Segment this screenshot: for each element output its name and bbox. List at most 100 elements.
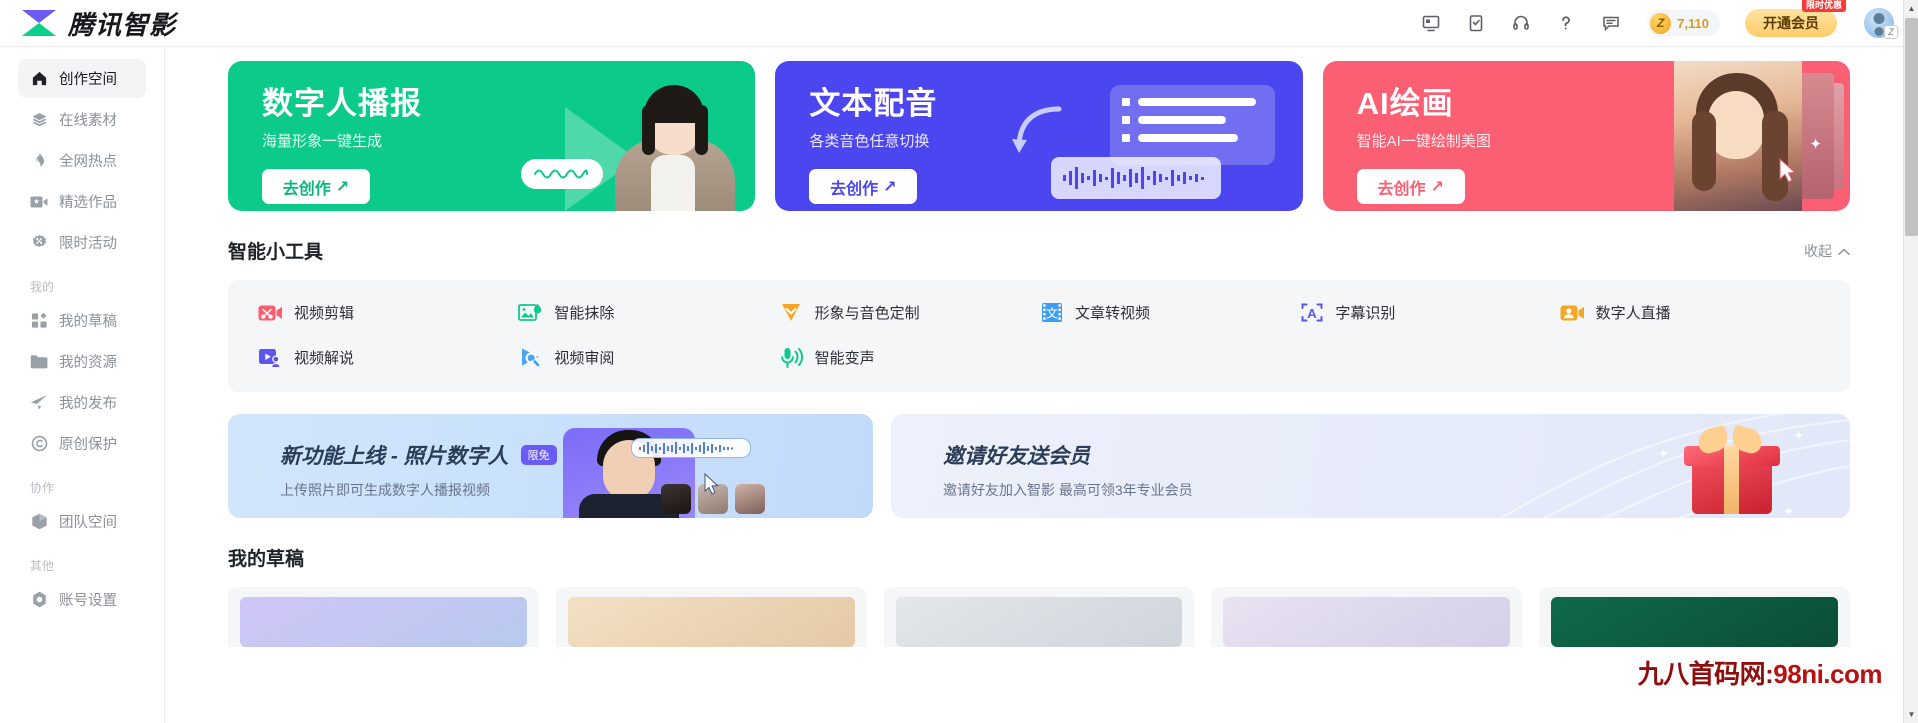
vertical-scrollbar[interactable]: ▲ ▼ (1903, 0, 1918, 723)
tools-panel: 视频剪辑 智能抹除 形象与音色定制 文 文章转视频 A 字幕识别 数字人直播 视… (228, 280, 1850, 392)
promo-title-text: 邀请好友送会员 (943, 445, 1090, 468)
promo-title: 新功能上线 - 照片数字人 限免 (280, 440, 557, 470)
banner-cta-button[interactable]: 去创作 ↗ (809, 169, 918, 205)
promo-text: 邀请好友送会员 邀请好友加入智影 最高可领3年专业会员 (943, 440, 1193, 500)
draft-card[interactable] (555, 587, 867, 647)
promo-text: 新功能上线 - 照片数字人 限免 上传照片即可生成数字人播报视频 (280, 440, 557, 500)
banner-title: 数字人播报 (262, 86, 422, 121)
tool-smart-erase[interactable]: 智能抹除 (518, 300, 778, 325)
sidebar-item-label: 限时活动 (59, 236, 117, 252)
clipboard-check-icon[interactable] (1463, 10, 1489, 36)
tools-row-2: 视频解说 视频审阅 智能变声 (258, 345, 1820, 370)
text-film-icon: 文 (1039, 300, 1064, 325)
tool-avatar-voice-custom[interactable]: 形象与音色定制 (779, 300, 1039, 325)
sidebar-item-label: 团队空间 (59, 515, 117, 531)
sidebar-item-featured-works[interactable]: 精选作品 (18, 182, 146, 221)
sidebar-item-my-drafts[interactable]: 我的草稿 (18, 301, 146, 340)
help-icon[interactable] (1553, 10, 1579, 36)
watermark: 九八首码网:98ni.com (1637, 654, 1883, 691)
feedback-icon[interactable] (1598, 10, 1624, 36)
banner-text-to-speech[interactable]: 文本配音 各类音色任意切换 去创作 ↗ (775, 61, 1303, 211)
banner-text: 数字人播报 海量形象一键生成 去创作 ↗ (262, 86, 422, 205)
tool-label: 形象与音色定制 (814, 305, 920, 322)
sidebar-item-label: 全网热点 (59, 154, 117, 170)
promo-row: 新功能上线 - 照片数字人 限免 上传照片即可生成数字人播报视频 ✦ ✦ ✦ 邀… (228, 414, 1850, 518)
tool-video-commentary[interactable]: 视频解说 (258, 345, 518, 370)
review-search-icon (518, 345, 543, 370)
collapse-label: 收起 (1804, 242, 1832, 259)
draft-card[interactable] (883, 587, 1195, 647)
sidebar-item-online-materials[interactable]: 在线素材 (18, 100, 146, 139)
grid-icon (30, 312, 48, 330)
sidebar-item-my-resources[interactable]: 我的资源 (18, 342, 146, 381)
promo-tag: 限免 (520, 445, 557, 465)
promo-invite-friends[interactable]: ✦ ✦ ✦ 邀请好友送会员 邀请好友加入智影 最高可领3年专业会员 (891, 414, 1850, 518)
header-actions: Z 7,110 开通会员 限时优惠 Z (1418, 0, 1918, 47)
sidebar-item-label: 我的资源 (59, 355, 117, 371)
sidebar-group-other: 其他 (30, 559, 55, 573)
cursor-icon (1778, 157, 1800, 189)
draft-card[interactable] (1211, 587, 1523, 647)
coin-icon: Z (1650, 12, 1672, 34)
tool-subtitle-recognition[interactable]: A 字幕识别 (1299, 300, 1559, 325)
promo-subtitle: 邀请好友加入智影 最高可领3年专业会员 (943, 482, 1193, 498)
sidebar-item-my-publications[interactable]: 我的发布 (18, 383, 146, 422)
home-icon (30, 70, 48, 88)
draft-card[interactable] (1539, 587, 1850, 647)
percent-badge-icon (30, 234, 48, 252)
banner-ai-painting[interactable]: ✦ AI绘画 智能AI一键绘制美图 去创作 ↗ (1322, 61, 1850, 211)
desktop-icon[interactable] (1418, 10, 1444, 36)
sidebar-item-account-settings[interactable]: 账号设置 (18, 580, 146, 619)
open-vip-button[interactable]: 开通会员 限时优惠 (1745, 0, 1846, 37)
avatar-level-badge: Z (1884, 25, 1898, 39)
tool-video-editing[interactable]: 视频剪辑 (258, 300, 518, 325)
draft-card[interactable] (228, 587, 539, 647)
sidebar-item-copyright-protection[interactable]: 原创保护 (18, 424, 146, 463)
tools-row-1: 视频剪辑 智能抹除 形象与音色定制 文 文章转视频 A 字幕识别 数字人直播 (258, 300, 1820, 325)
tool-label: 文章转视频 (1075, 305, 1151, 322)
scroll-up-arrow-icon[interactable]: ▲ (1904, 0, 1918, 17)
gift-box-illustration: ✦ ✦ ✦ (1658, 422, 1804, 518)
gear-icon (30, 591, 48, 609)
banner-cta-button[interactable]: 去创作 ↗ (262, 169, 370, 205)
watermark-cn: 九八首码网: (1637, 659, 1774, 689)
brand[interactable]: 腾讯智影 (0, 5, 176, 42)
sidebar-item-limited-activity[interactable]: 限时活动 (18, 223, 146, 262)
avatar[interactable]: Z (1864, 8, 1898, 39)
banner-row: 数字人播报 海量形象一键生成 去创作 ↗ 文本配音 各类音色任意切换 去创作 ↗… (228, 61, 1850, 211)
play-person-icon (258, 345, 283, 370)
main-content: 数字人播报 海量形象一键生成 去创作 ↗ 文本配音 各类音色任意切换 去创作 ↗… (166, 47, 1910, 723)
collapse-tools-button[interactable]: 收起 (1804, 241, 1850, 261)
tool-voice-changer[interactable]: 智能变声 (779, 345, 1039, 370)
promo-photo-digital-human[interactable]: 新功能上线 - 照片数字人 限免 上传照片即可生成数字人播报视频 (228, 414, 873, 518)
diamond-icon (779, 300, 804, 325)
subtitle-a-icon: A (1299, 300, 1324, 325)
banner-subtitle: 智能AI一键绘制美图 (1356, 133, 1491, 151)
headset-icon[interactable] (1508, 10, 1534, 36)
scroll-down-arrow-icon[interactable]: ▼ (1904, 706, 1918, 723)
arrow-up-right-icon: ↗ (1430, 178, 1444, 196)
sidebar-item-label: 精选作品 (59, 195, 117, 211)
vip-promo-badge: 限时优惠 (1801, 0, 1846, 12)
sidebar-item-team-space[interactable]: 团队空间 (18, 502, 146, 541)
sidebar-group-collab: 协作 (30, 481, 55, 495)
tool-video-review[interactable]: 视频审阅 (518, 345, 778, 370)
arrow-up-right-icon: ↗ (335, 178, 350, 196)
tool-digital-human-live[interactable]: 数字人直播 (1560, 300, 1820, 325)
banner-title: 文本配音 (809, 86, 938, 121)
banner-cta-button[interactable]: 去创作 ↗ (1356, 169, 1465, 205)
sidebar-item-label: 我的草稿 (59, 314, 117, 330)
cursor-icon (703, 472, 721, 500)
page-title: 智能小工具 (228, 242, 324, 263)
sidebar-group-mine: 我的 (30, 280, 55, 294)
banner-digital-human[interactable]: 数字人播报 海量形象一键生成 去创作 ↗ (228, 61, 756, 211)
banner-cta-label: 去创作 (830, 180, 879, 198)
scrollbar-thumb[interactable] (1905, 18, 1918, 236)
sparkle-icon: ✦ (1793, 428, 1804, 443)
sidebar-item-hot-topics[interactable]: 全网热点 (18, 141, 146, 180)
tool-article-to-video[interactable]: 文 文章转视频 (1039, 300, 1299, 325)
coin-balance[interactable]: Z 7,110 (1647, 10, 1720, 36)
sidebar-item-creative-space[interactable]: 创作空间 (18, 59, 146, 98)
tool-label: 视频剪辑 (294, 305, 355, 322)
fire-icon (30, 152, 48, 170)
